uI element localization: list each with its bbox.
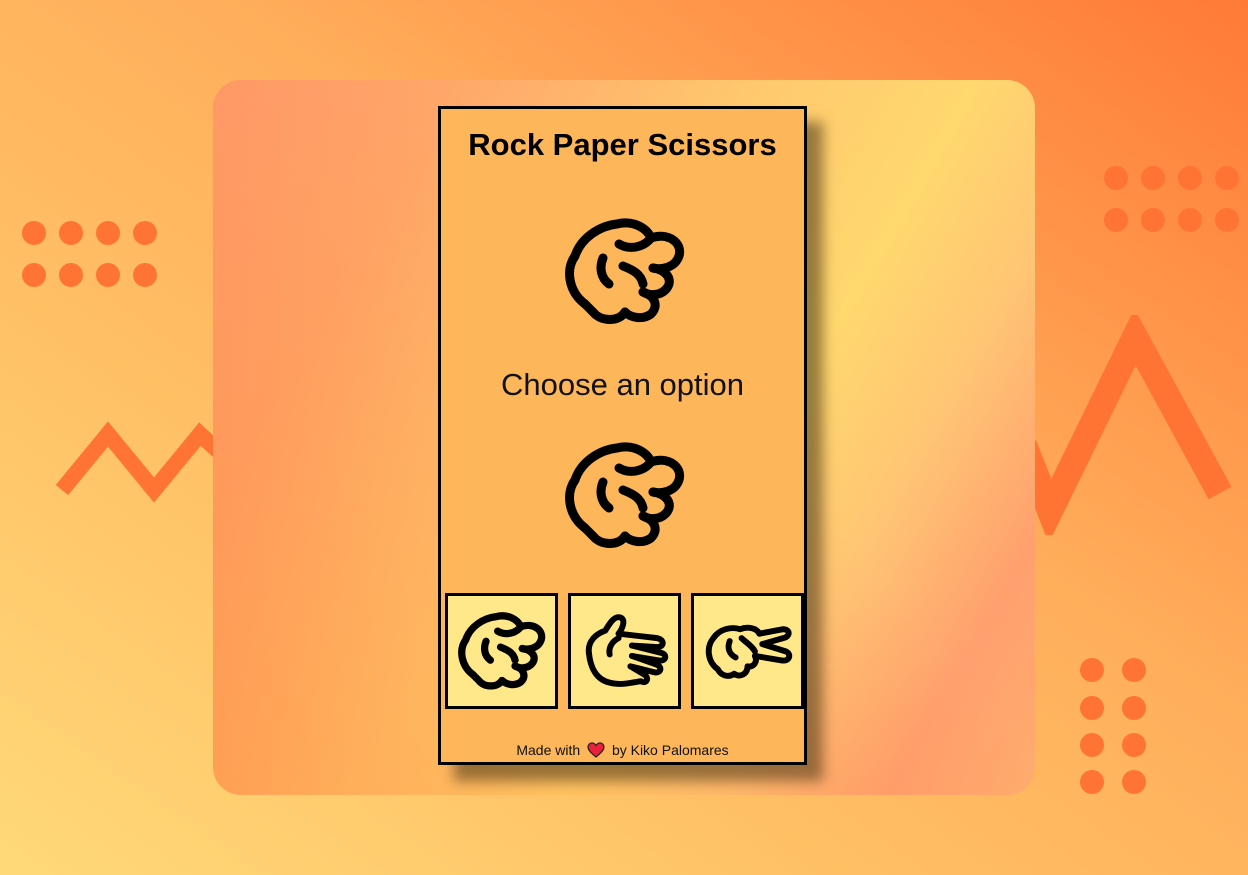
footer-credit: Made with by Kiko Palomares <box>441 742 804 758</box>
rock-button[interactable] <box>445 593 558 709</box>
zigzag-left <box>55 421 230 503</box>
status-message: Choose an option <box>500 367 745 402</box>
dot-grid-top-right <box>1104 166 1244 236</box>
heart-icon <box>587 742 605 758</box>
zigzag-right <box>1020 315 1232 535</box>
scissors-button[interactable] <box>691 593 804 709</box>
options-row <box>445 593 804 709</box>
scissors-icon <box>705 624 793 679</box>
rock-icon <box>565 442 685 548</box>
game-card: Rock Paper Scissors Choose an option Mad… <box>438 106 807 765</box>
paper-button[interactable] <box>568 593 681 709</box>
rock-icon <box>565 218 685 324</box>
footer-made-with: Made with <box>516 742 581 758</box>
dot-grid-left <box>22 221 162 291</box>
paper-icon <box>585 614 669 687</box>
rock-icon <box>458 612 546 690</box>
dot-grid-bottom-right <box>1080 658 1150 798</box>
footer-author: by Kiko Palomares <box>611 742 729 758</box>
game-title: Rock Paper Scissors <box>468 127 777 162</box>
